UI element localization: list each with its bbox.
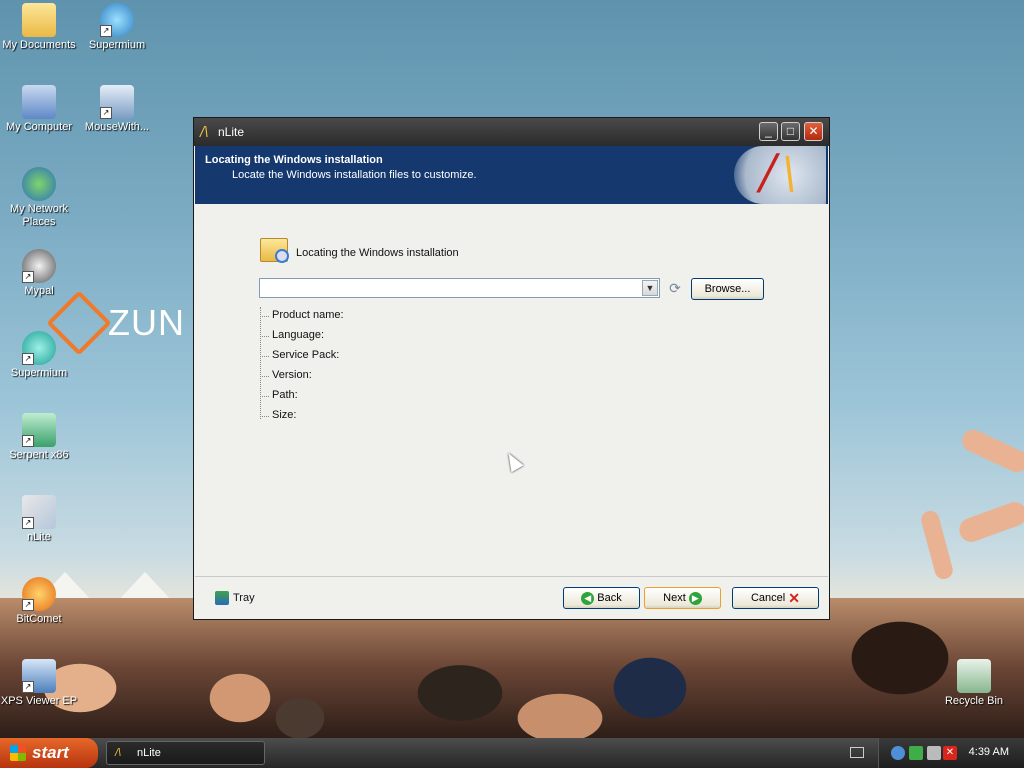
start-label: start <box>32 743 69 762</box>
desktop-icon-my-computer[interactable]: My Computer <box>0 85 79 134</box>
network-icon[interactable] <box>927 746 941 760</box>
folder-icon <box>22 3 56 37</box>
tray-icon <box>215 591 229 605</box>
serpent-icon: ↗ <box>22 413 56 447</box>
tray-label: Tray <box>233 592 255 604</box>
desktop-icon-mypal[interactable]: ↗ Mypal <box>0 249 79 298</box>
desktop-icon-label: nLite <box>27 531 51 543</box>
desktop-icon-bitcomet[interactable]: ↗ BitComet <box>0 577 79 626</box>
nlite-logo-icon: / \ <box>734 144 826 204</box>
desktop-icon-label: Recycle Bin <box>944 695 1004 707</box>
mouse-cursor-icon <box>502 449 524 473</box>
info-label: Service Pack: <box>272 349 340 361</box>
desktop-icon-label: My Documents <box>2 39 76 51</box>
wizard-header: Locating the Windows installation Locate… <box>195 144 828 204</box>
desktop-icon-nlite[interactable]: ↗ nLite <box>0 495 79 544</box>
clock[interactable]: 4:39 AM <box>969 746 1009 758</box>
window-titlebar[interactable]: /\ nLite _ □ ✕ <box>194 118 829 146</box>
nlite-window: /\ nLite _ □ ✕ Locating the Windows inst… <box>193 117 830 620</box>
zune-wallpaper-text: ZUN <box>108 302 185 343</box>
back-button[interactable]: ◀ Back <box>563 587 640 609</box>
search-icon[interactable] <box>891 746 905 760</box>
cancel-button[interactable]: Cancel ✕ <box>732 587 819 609</box>
info-label: Product name: <box>272 309 344 321</box>
desktop-icon-my-documents[interactable]: My Documents <box>0 3 79 52</box>
windows-flag-icon <box>10 745 26 761</box>
recycle-bin-icon <box>957 659 991 693</box>
globe-icon: ↗ <box>22 331 56 365</box>
wizard-header-title: Locating the Windows installation <box>205 154 383 166</box>
desktop-icon-label: My Computer <box>5 121 73 133</box>
info-label: Size: <box>272 409 297 421</box>
alert-x-icon[interactable]: ✕ <box>943 746 957 760</box>
next-label: Next <box>663 592 686 604</box>
close-button[interactable]: ✕ <box>804 122 823 141</box>
security-shield-icon[interactable] <box>909 746 923 760</box>
window-title: nLite <box>218 125 245 139</box>
chevron-down-icon[interactable]: ▼ <box>642 280 658 296</box>
desktop-icon-mousewith[interactable]: ↗ MouseWith... <box>77 85 157 134</box>
tree-line <box>260 307 261 419</box>
desktop-icon-label: My Network Places <box>9 203 69 228</box>
minimize-button[interactable]: _ <box>759 122 778 141</box>
bitcomet-icon: ↗ <box>22 577 56 611</box>
desktop-icon-label: MouseWith... <box>84 121 150 133</box>
wizard-footer: Tray ◀ Back Next ▶ Cancel ✕ <box>195 576 828 618</box>
taskbar: start /\ nLite ✕ 4:39 AM <box>0 738 1024 768</box>
network-icon <box>22 167 56 201</box>
cancel-x-icon: ✕ <box>788 590 801 607</box>
info-label: Path: <box>272 389 298 401</box>
next-arrow-icon: ▶ <box>688 591 702 605</box>
next-button[interactable]: Next ▶ <box>644 587 721 609</box>
computer-icon <box>22 85 56 119</box>
start-button[interactable]: start <box>0 738 98 768</box>
desktop-icon-my-network-places[interactable]: My Network Places <box>0 167 79 229</box>
taskbar-item-nlite[interactable]: /\ nLite <box>106 741 265 765</box>
desktop-icon-xps-viewer[interactable]: ↗ XPS Viewer EP <box>0 659 79 708</box>
mouse-app-icon: ↗ <box>100 85 134 119</box>
desktop-icon-label: XPS Viewer EP <box>0 695 78 707</box>
nlite-app-icon: /\ <box>200 124 209 141</box>
info-label: Language: <box>272 329 324 341</box>
info-label: Version: <box>272 369 312 381</box>
desktop-icon-supermium-2[interactable]: ↗ Supermium <box>0 331 79 380</box>
nlite-icon: ↗ <box>22 495 56 529</box>
globe-icon: ↗ <box>100 3 134 37</box>
desktop-icon-serpent[interactable]: ↗ Serpent x86 <box>0 413 79 462</box>
wizard-header-subtitle: Locate the Windows installation files to… <box>232 169 477 181</box>
nlite-app-icon: /\ <box>115 747 122 759</box>
taskbar-item-label: nLite <box>137 747 161 759</box>
xps-viewer-icon: ↗ <box>22 659 56 693</box>
desktop-icon-label: BitComet <box>16 613 62 625</box>
desktop-icon-recycle-bin[interactable]: Recycle Bin <box>934 659 1014 708</box>
back-arrow-icon: ◀ <box>581 591 595 605</box>
raccoon-icon: ↗ <box>22 249 56 283</box>
keyboard-icon[interactable] <box>850 747 864 758</box>
installation-path-combo[interactable]: ▼ <box>259 278 660 298</box>
tray-button[interactable]: Tray <box>215 591 255 605</box>
hand-decoration <box>956 498 1024 546</box>
folder-search-icon <box>260 238 289 263</box>
desktop-icon-label: Mypal <box>24 285 54 297</box>
refresh-icon[interactable]: ⟳ <box>667 280 683 296</box>
hand-decoration <box>919 508 955 582</box>
section-label: Locating the Windows installation <box>296 247 459 259</box>
browse-button[interactable]: Browse... <box>691 278 764 300</box>
desktop-icon-label: Supermium <box>10 367 68 379</box>
desktop-icon-supermium[interactable]: ↗ Supermium <box>77 3 157 52</box>
back-label: Back <box>597 592 622 604</box>
desktop-icon-label: Supermium <box>88 39 146 51</box>
desktop-icon-label: Serpent x86 <box>9 449 69 461</box>
system-tray: ✕ 4:39 AM <box>878 738 1024 768</box>
hand-decoration <box>958 426 1024 476</box>
cancel-label: Cancel <box>750 592 786 604</box>
maximize-button[interactable]: □ <box>781 122 800 141</box>
